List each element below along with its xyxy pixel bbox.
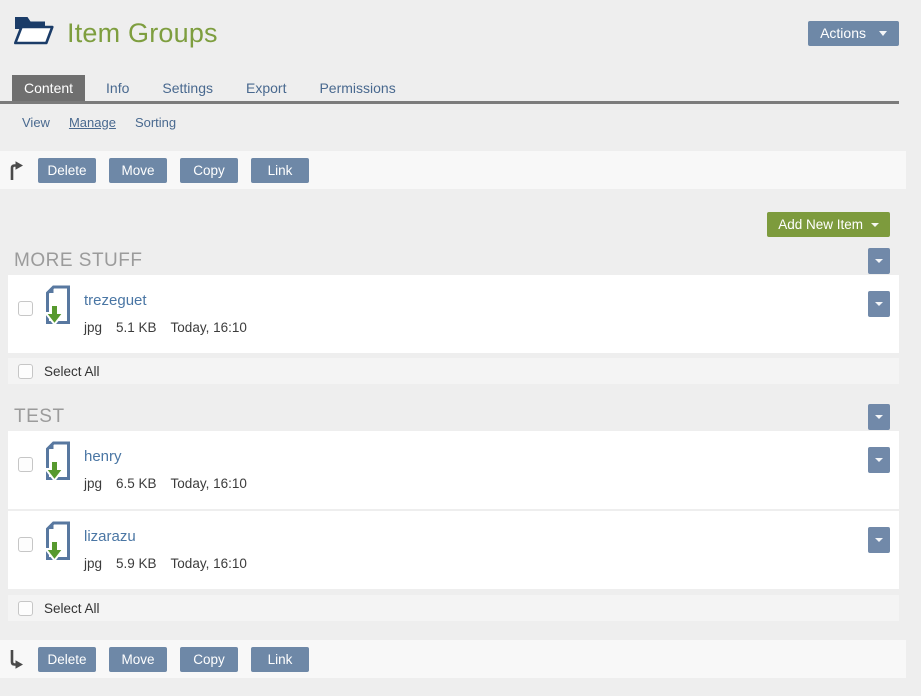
item-info: lizarazu jpg 5.9 KB Today, 16:10 <box>84 528 247 571</box>
subnav-view[interactable]: View <box>22 115 50 130</box>
tab-settings[interactable]: Settings <box>150 75 225 101</box>
item-meta: jpg 6.5 KB Today, 16:10 <box>84 476 247 491</box>
caret-down-icon <box>875 259 883 263</box>
move-button[interactable]: Move <box>109 647 167 672</box>
add-new-item-row: Add New Item <box>0 212 890 237</box>
actions-button-label: Actions <box>820 25 866 41</box>
caret-down-icon <box>875 538 883 542</box>
select-all-label: Select All <box>44 364 100 379</box>
item-meta: jpg 5.9 KB Today, 16:10 <box>84 556 247 571</box>
item-filesize: 5.1 KB <box>116 320 157 335</box>
sub-navigation: View Manage Sorting <box>0 104 921 130</box>
link-button[interactable]: Link <box>251 647 309 672</box>
caret-down-icon <box>875 302 883 306</box>
file-download-icon <box>44 285 72 330</box>
item-name-link[interactable]: henry <box>84 448 122 465</box>
select-all-checkbox[interactable] <box>18 364 33 379</box>
bulk-toolbar-bottom: Delete Move Copy Link <box>0 640 906 678</box>
bulk-toolbar-top: Delete Move Copy Link <box>0 151 906 189</box>
actions-button[interactable]: Actions <box>808 21 899 46</box>
tab-permissions[interactable]: Permissions <box>307 75 407 101</box>
item-dropdown-button[interactable] <box>868 527 890 553</box>
item-dropdown-button[interactable] <box>868 291 890 317</box>
item-meta: jpg 5.1 KB Today, 16:10 <box>84 320 247 335</box>
corner-arrow-up-right-icon <box>7 160 25 181</box>
item-filesize: 6.5 KB <box>116 476 157 491</box>
add-new-item-label: Add New Item <box>778 217 863 232</box>
item-filetype: jpg <box>84 320 102 335</box>
item-row-henry: henry jpg 6.5 KB Today, 16:10 <box>8 431 899 509</box>
item-row-trezeguet: trezeguet jpg 5.1 KB Today, 16:10 <box>8 275 899 353</box>
group-dropdown-button[interactable] <box>868 404 890 430</box>
group-title: TEST <box>14 406 65 428</box>
select-all-bar-test: Select All <box>8 595 899 621</box>
item-filesize: 5.9 KB <box>116 556 157 571</box>
item-checkbox[interactable] <box>18 537 33 552</box>
select-all-bar-more-stuff: Select All <box>8 358 899 384</box>
item-row-lizarazu: lizarazu jpg 5.9 KB Today, 16:10 <box>8 511 899 589</box>
caret-down-icon <box>879 31 887 36</box>
group-header-more-stuff: MORE STUFF <box>8 248 899 274</box>
caret-down-icon <box>871 223 879 227</box>
group-header-test: TEST <box>8 404 899 430</box>
tab-export[interactable]: Export <box>234 75 298 101</box>
item-modified: Today, 16:10 <box>171 556 247 571</box>
item-modified: Today, 16:10 <box>171 476 247 491</box>
link-button[interactable]: Link <box>251 158 309 183</box>
group-dropdown-button[interactable] <box>868 248 890 274</box>
item-modified: Today, 16:10 <box>171 320 247 335</box>
page-title: Item Groups <box>67 18 218 49</box>
tab-bar: Content Info Settings Export Permissions <box>0 75 899 104</box>
page-header: Item Groups Actions <box>0 0 921 50</box>
copy-button[interactable]: Copy <box>180 647 238 672</box>
folder-icon <box>14 15 54 51</box>
item-filetype: jpg <box>84 476 102 491</box>
item-checkbox[interactable] <box>18 457 33 472</box>
item-info: trezeguet jpg 5.1 KB Today, 16:10 <box>84 292 247 335</box>
item-name-link[interactable]: trezeguet <box>84 292 147 309</box>
item-name-link[interactable]: lizarazu <box>84 528 136 545</box>
caret-down-icon <box>875 458 883 462</box>
file-download-icon <box>44 521 72 566</box>
item-checkbox[interactable] <box>18 301 33 316</box>
add-new-item-button[interactable]: Add New Item <box>767 212 890 237</box>
caret-down-icon <box>875 415 883 419</box>
tab-info[interactable]: Info <box>94 75 141 101</box>
item-info: henry jpg 6.5 KB Today, 16:10 <box>84 448 247 491</box>
delete-button[interactable]: Delete <box>38 647 96 672</box>
group-title: MORE STUFF <box>14 250 143 272</box>
delete-button[interactable]: Delete <box>38 158 96 183</box>
select-all-checkbox[interactable] <box>18 601 33 616</box>
subnav-manage[interactable]: Manage <box>69 115 116 130</box>
corner-arrow-down-right-icon <box>7 649 25 670</box>
item-filetype: jpg <box>84 556 102 571</box>
item-dropdown-button[interactable] <box>868 447 890 473</box>
tab-content[interactable]: Content <box>12 75 85 101</box>
select-all-label: Select All <box>44 601 100 616</box>
copy-button[interactable]: Copy <box>180 158 238 183</box>
move-button[interactable]: Move <box>109 158 167 183</box>
subnav-sorting[interactable]: Sorting <box>135 115 176 130</box>
file-download-icon <box>44 441 72 486</box>
